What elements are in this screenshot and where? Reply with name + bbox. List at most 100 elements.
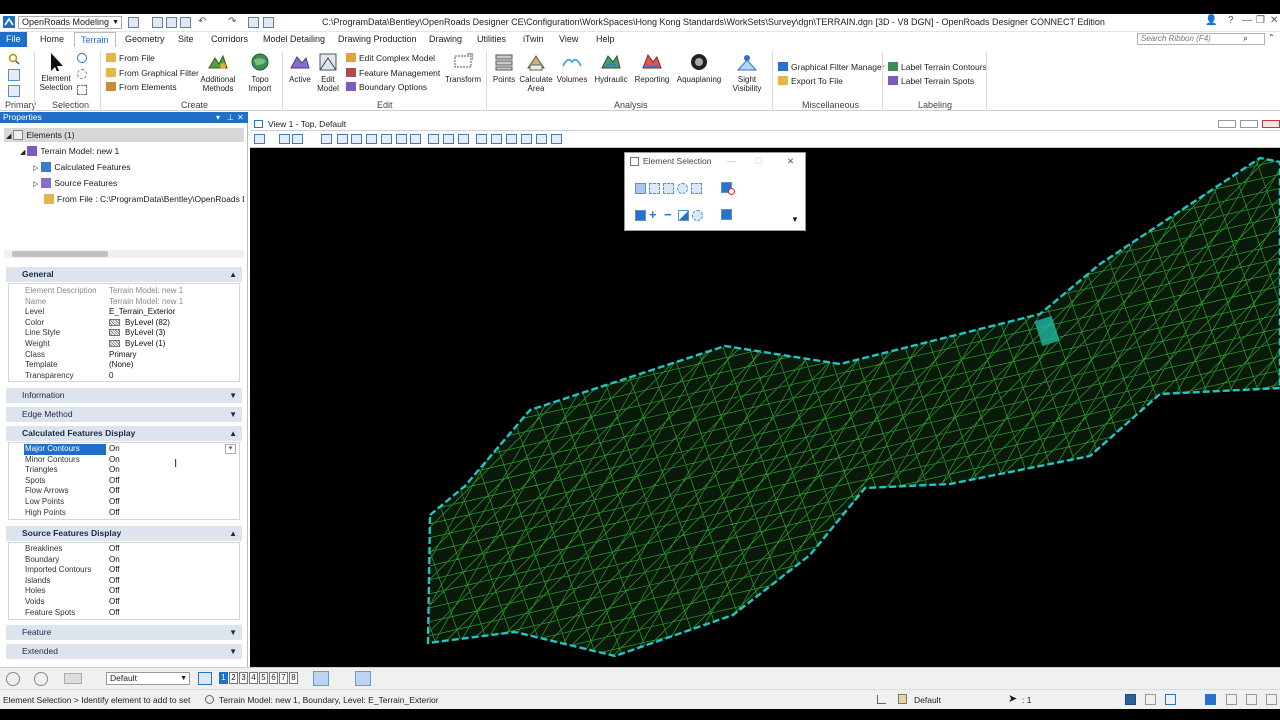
snap-center-icon[interactable] [392, 671, 408, 686]
view-button-7[interactable]: 7 [279, 672, 288, 684]
view-button-4[interactable]: 4 [249, 672, 258, 684]
tree-horizontal-scrollbar[interactable] [4, 250, 244, 258]
pin-icon[interactable] [248, 17, 259, 28]
walk-icon[interactable] [536, 134, 547, 144]
window-area-icon[interactable] [366, 134, 377, 144]
section-extended[interactable]: Extended ▼ [6, 644, 242, 659]
property-row[interactable]: Major Contours On ▾ [9, 444, 239, 455]
snap-tangent-icon[interactable] [468, 671, 484, 686]
tab-drawing[interactable]: Drawing [423, 32, 468, 47]
section-calculated-features-display[interactable]: Calculated Features Display ▲ [6, 426, 242, 441]
view-close-icon[interactable] [1262, 120, 1280, 128]
zoom-out-icon[interactable] [351, 134, 362, 144]
snap-origin-icon[interactable] [411, 671, 427, 686]
hydraulic-button[interactable]: Hydraulic [591, 52, 631, 84]
section-edge-method[interactable]: Edge Method ▼ [6, 407, 242, 422]
tree-item-elements[interactable]: ◢ Elements (1) [6, 128, 75, 143]
method-shape-icon[interactable] [663, 183, 674, 194]
section-source-features-display[interactable]: Source Features Display ▲ [6, 526, 242, 541]
dialog-expand-chevron-icon[interactable]: ▼ [791, 215, 799, 224]
close-icon[interactable]: ✕ [1270, 15, 1278, 26]
property-row[interactable]: Line Style ByLevel (3) [9, 328, 239, 339]
property-row[interactable]: Islands Off [9, 576, 239, 587]
view-groups-icon[interactable] [198, 672, 212, 685]
accudraw-icon[interactable] [313, 671, 329, 686]
references-icon[interactable] [1226, 694, 1237, 705]
mode-add-icon[interactable]: + [649, 207, 657, 222]
edit-complex-model-button[interactable]: Edit Complex Model [346, 53, 435, 63]
property-row[interactable]: Triangles On [9, 465, 239, 476]
snap-bisector-icon[interactable] [430, 671, 446, 686]
maximize-icon[interactable]: ❐ [1256, 15, 1265, 26]
tab-view[interactable]: View [553, 32, 584, 47]
tab-file[interactable]: File [0, 32, 27, 47]
mode-invert-icon[interactable] [678, 210, 689, 221]
tree-item-source-features[interactable]: ▷ Source Features [33, 176, 117, 191]
points-button[interactable]: Points [490, 52, 518, 84]
view-button-2[interactable]: 2 [229, 672, 238, 684]
attributes-icon[interactable] [8, 69, 20, 81]
view-button-8[interactable]: 8 [289, 672, 298, 684]
mode-subtract-icon[interactable]: − [664, 207, 672, 222]
save-settings-icon[interactable] [180, 17, 191, 28]
property-row[interactable]: High Points Off [9, 508, 239, 519]
tab-drawing-production[interactable]: Drawing Production [332, 32, 423, 47]
tree-item-terrain-model[interactable]: ◢ Terrain Model: new 1 [20, 144, 119, 159]
raster-icon[interactable] [1246, 694, 1257, 705]
property-row[interactable]: Color ByLevel (82) [9, 318, 239, 329]
copy-view-icon[interactable] [458, 134, 469, 144]
clear-selection-icon[interactable] [721, 182, 735, 195]
tab-itwin[interactable]: iTwin [517, 32, 550, 47]
view-button-3[interactable]: 3 [239, 672, 248, 684]
navigate-icon[interactable] [551, 134, 562, 144]
snap-nearest-icon[interactable] [355, 671, 371, 686]
pan-view-icon[interactable] [410, 134, 421, 144]
section-information[interactable]: Information ▼ [6, 388, 242, 403]
from-file-button[interactable]: From File [106, 53, 155, 63]
view-button-5[interactable]: 5 [259, 672, 268, 684]
save-icon[interactable] [166, 17, 177, 28]
transform-button[interactable]: Transform [444, 52, 482, 84]
new-file-icon[interactable] [152, 17, 163, 28]
view-button-1[interactable]: 1 [219, 672, 228, 684]
active-button[interactable]: Active [286, 52, 314, 84]
grid-lock-icon[interactable] [877, 695, 886, 704]
close-panel-icon[interactable]: ✕ [237, 112, 244, 123]
export-to-file-button[interactable]: Export To File [778, 76, 843, 86]
selection-circle-icon[interactable] [77, 69, 87, 79]
fit-view-icon[interactable] [381, 134, 392, 144]
section-feature[interactable]: Feature ▼ [6, 625, 242, 640]
print-icon[interactable] [263, 17, 274, 28]
mode-new-icon[interactable] [635, 210, 646, 221]
redo-icon[interactable]: ↷ [228, 16, 236, 27]
calculate-area-button[interactable]: Calculate Area [519, 52, 553, 93]
element-selection-button[interactable]: Element Selection [38, 51, 74, 92]
property-row[interactable]: Class Primary [9, 350, 239, 361]
snap-settings-icon[interactable] [509, 671, 525, 686]
topo-import-button[interactable]: Topo Import [244, 52, 276, 93]
property-row[interactable]: Voids Off [9, 597, 239, 608]
notifications-icon[interactable] [1266, 694, 1277, 705]
snap-midpoint-icon[interactable] [374, 671, 390, 686]
snap-perpendicular-icon[interactable] [486, 671, 502, 686]
dialog-maximize-icon[interactable]: ☐ [755, 153, 763, 169]
view-previous-icon[interactable] [428, 134, 439, 144]
tab-site[interactable]: Site [172, 32, 200, 47]
edit-model-button[interactable]: Edit Model [314, 52, 342, 93]
tree-item-calculated-features[interactable]: ▷ Calculated Features [33, 160, 130, 175]
property-row[interactable]: Template (None) [9, 360, 239, 371]
undo-icon[interactable]: ↶ [198, 16, 206, 27]
zoom-in-icon[interactable] [337, 134, 348, 144]
value-dropdown-chevron-icon[interactable]: ▾ [225, 444, 236, 454]
back-icon[interactable] [6, 672, 20, 686]
camera-icon[interactable] [491, 134, 502, 144]
view-next-icon[interactable] [443, 134, 454, 144]
view-settings-icon[interactable] [292, 134, 303, 144]
snap-intersection-icon[interactable] [449, 671, 465, 686]
ribbon-collapse-icon[interactable]: ⌃ [1268, 33, 1275, 42]
dialog-minimize-icon[interactable]: — [727, 153, 736, 169]
property-row[interactable]: Flow Arrows Off [9, 486, 239, 497]
tree-item-from-file[interactable]: From File : C:\ProgramData\Bentley\OpenR… [44, 192, 244, 207]
property-row[interactable]: Element Description Terrain Model: new 1 [9, 286, 239, 297]
clip-volume-icon[interactable] [321, 134, 332, 144]
